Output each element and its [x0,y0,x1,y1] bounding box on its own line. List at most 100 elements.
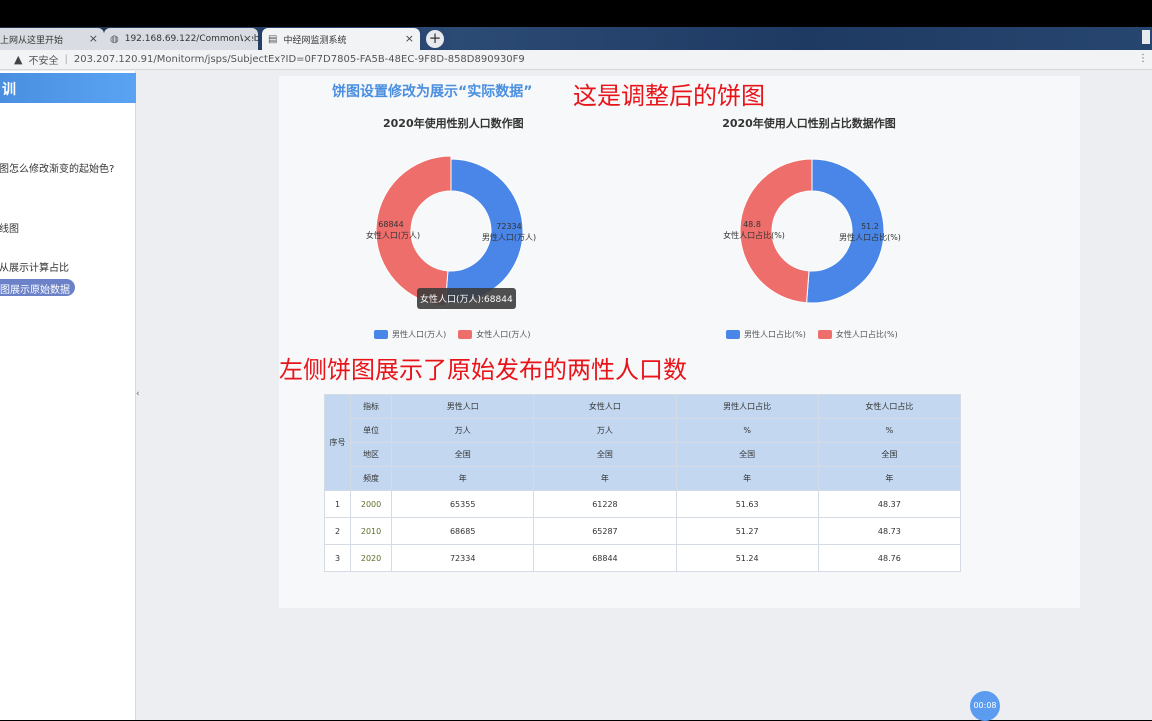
table-cell: 万人 [533,418,677,443]
pie-category-label: 女性人口占比(%) [723,230,785,240]
table-cell: 年 [533,466,677,491]
divider: | [64,54,68,65]
table-cell: 65355 [391,490,535,518]
table-cell: 48.76 [817,544,962,572]
chart-tooltip: 女性人口(万人):68844 [417,288,516,309]
table-row: 2 2010 68685 65287 51.27 48.73 [323,517,962,545]
legend-label[interactable]: 女性人口(万人) [476,329,530,340]
table-row: 频度 年 年 年 年 [325,466,962,491]
sidebar-item-active[interactable]: 图展示原始数据 [0,279,75,296]
table-row: 序号 指标 男性人口 女性人口 男性人口占比 女性人口占比 [323,394,962,491]
address-bar[interactable]: ▲ 不安全 | 203.207.120.91/Monitorm/jsps/Sub… [0,50,1152,70]
window-control[interactable] [1142,30,1150,44]
annotation-middle: 左侧饼图展示了原始发布的两性人口数 [279,356,687,384]
table-row: 1 2000 65355 61228 51.63 48.37 [323,490,962,518]
legend-label[interactable]: 男性人口(万人) [392,329,446,340]
legend-swatch [726,330,740,339]
table-cell: 指标 [350,394,393,419]
table-cell: 51.63 [675,490,819,518]
sidebar-item-ratio[interactable]: 从展示计算占比 [0,259,69,274]
page-heading: 饼图设置修改为展示“实际数据” [332,84,533,100]
chart-icon: ▤ [268,33,278,45]
pie-value-label: 48.8 [743,220,761,229]
security-label[interactable]: 不安全 [28,52,58,67]
url-text[interactable]: 203.207.120.91/Monitorm/jsps/SubjectEx?I… [74,54,525,65]
table-cell: 男性人口 [391,394,535,419]
table-cell: 48.73 [817,517,962,545]
table-cell: 3 [323,544,352,572]
new-tab-button[interactable]: + [426,30,444,48]
close-icon[interactable]: × [242,32,252,45]
table-cell: 51.27 [675,517,819,545]
legend-label[interactable]: 男性人口占比(%) [744,329,806,340]
annotation-top: 这是调整后的饼图 [573,82,765,110]
pie-category-label: 男性人口(万人) [482,232,536,242]
tab-label: 中经网监测系统 [283,35,347,46]
data-table: 序号 指标 男性人口 女性人口 男性人口占比 女性人口占比 单位 万人 万人 %… [323,394,962,572]
content-card: 饼图设置修改为展示“实际数据” 这是调整后的饼图 2020年使用性别人口数作图 … [279,76,1080,608]
browser-tab-2[interactable]: ◍ 192.168.69.122/CommonWeb/... × [104,28,258,50]
timer-badge[interactable]: 00:08 [970,691,1000,721]
legend-left: 男性人口(万人) 女性人口(万人) [374,329,531,340]
pie-slice[interactable] [444,158,524,304]
table-cell: 全国 [391,442,535,467]
table-cell: 68844 [533,544,677,572]
table-cell: 地区 [350,442,393,467]
table-cell: 女性人口占比 [817,394,962,419]
table-cell: 男性人口占比 [675,394,819,419]
browser-tab-1[interactable]: 上网从这里开始 × [0,28,104,50]
table-cell: 年 [391,466,535,491]
table-cell: 1 [323,490,352,518]
table-cell: 2000 [350,490,393,518]
collapse-handle-icon[interactable]: ‹ [136,389,140,407]
pie-value-label: 51.2 [861,222,879,231]
browser-tab-3[interactable]: ▤ 中经网监测系统 × [262,28,420,50]
sidebar-header: 训 [0,73,136,103]
legend-swatch [374,330,388,339]
table-cell: 全国 [817,442,962,467]
table-cell: 全国 [675,442,819,467]
table-cell: 序号 [323,394,352,491]
table-cell: 68685 [391,517,535,545]
table-cell: 2010 [350,517,393,545]
sidebar-item-line-chart[interactable]: 线图 [0,220,19,235]
tab-label: 上网从这里开始 [0,35,64,46]
table-cell: 万人 [391,418,535,443]
legend-swatch [458,330,473,339]
pie-value-label: 68844 [378,220,403,229]
chart-title-right: 2020年使用人口性别占比数据作图 [722,117,896,130]
sidebar-item-gradient[interactable]: 图怎么修改渐变的起始色? [0,160,114,175]
table-cell: 年 [675,466,819,491]
pie-category-label: 男性人口占比(%) [839,232,901,242]
pie-chart-right[interactable]: 51.2男性人口占比(%) 48.8女性人口占比(%) [712,146,912,316]
table-cell: 2020 [350,544,393,572]
table-cell: 全国 [533,442,677,467]
legend-right: 男性人口占比(%) 女性人口占比(%) [726,329,898,340]
table-cell: 72334 [391,544,535,572]
legend-label[interactable]: 女性人口占比(%) [836,329,898,340]
table-row: 地区 全国 全国 全国 全国 [325,442,962,467]
table-cell: % [675,418,819,443]
close-icon[interactable]: × [89,32,98,45]
warning-icon: ▲ [14,53,23,66]
table-cell: % [817,418,962,443]
table-cell: 65287 [533,517,677,545]
pie-category-label: 女性人口(万人) [366,230,420,240]
table-cell: 女性人口 [533,394,677,419]
globe-icon: ◍ [110,33,119,45]
pie-value-label: 72334 [496,222,521,231]
close-icon[interactable]: × [405,32,414,45]
legend-swatch [817,330,832,339]
sidebar: 训 图怎么修改渐变的起始色? 线图 从展示计算占比 图展示原始数据 [0,71,136,720]
table-cell: 51.24 [675,544,819,572]
tab-label: 192.168.69.122/CommonWeb/... [124,34,258,44]
screen: 上网从这里开始 × ◍ 192.168.69.122/CommonWeb/...… [0,27,1152,721]
table-cell: 频度 [350,466,393,491]
menu-icon[interactable]: ⋮ [1138,53,1148,64]
table-cell: 48.37 [817,490,962,518]
chart-title-left: 2020年使用性别人口数作图 [383,117,524,130]
table-cell: 61228 [533,490,677,518]
table-cell: 2 [323,517,352,545]
table-row: 3 2020 72334 68844 51.24 48.76 [323,544,962,572]
pie-slice[interactable] [806,158,885,304]
